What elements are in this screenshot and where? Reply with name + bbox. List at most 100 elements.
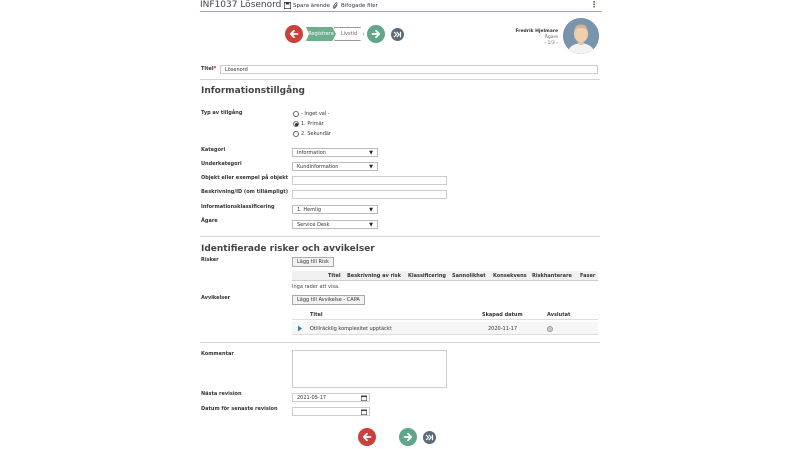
deviation-title: Otillräcklig komplexitet upptäckt [310, 326, 392, 332]
category-select[interactable]: Information ▼ [292, 148, 378, 157]
radio-button[interactable] [293, 111, 299, 117]
radio-label: 2. Sekundär [301, 131, 331, 137]
column-header[interactable]: Klassificering [408, 273, 446, 279]
calendar-icon[interactable] [361, 395, 367, 401]
step-registrera[interactable]: Registrera [306, 27, 336, 41]
kebab-menu-icon[interactable]: ⋮ [590, 1, 598, 9]
calendar-icon[interactable] [361, 409, 367, 415]
title-input[interactable]: Lösenord [220, 65, 598, 74]
next-revision-value: 2021-05-17 [297, 395, 327, 401]
previous-step-button[interactable] [285, 25, 303, 43]
risks-label: Risker [201, 257, 219, 263]
column-header[interactable]: Skapad datum [482, 312, 523, 318]
save-case-button[interactable]: Spara ärende [284, 2, 330, 9]
radio-no-choice[interactable]: - Inget val - [293, 111, 330, 117]
skip-to-end-button-bottom[interactable] [423, 430, 436, 444]
column-header[interactable]: Faser [580, 273, 595, 279]
skip-forward-icon [425, 434, 434, 440]
arrow-right-icon [403, 432, 413, 442]
attached-files-button[interactable]: Bifogade filer [332, 2, 378, 9]
subcategory-select[interactable]: Kundinformation ▼ [292, 162, 378, 171]
paperclip-icon [332, 2, 338, 9]
comment-label: Kommentar [201, 351, 234, 357]
section-title-information: Informationstillgång [201, 86, 306, 96]
column-header[interactable]: Beskrivning av risk [347, 273, 401, 279]
comment-textarea[interactable] [292, 350, 447, 388]
column-header[interactable]: Konsekvens [493, 273, 527, 279]
chevron-right-icon[interactable] [297, 325, 303, 332]
floppy-disk-icon [284, 2, 291, 9]
skip-forward-icon [393, 31, 402, 37]
bottom-nav [358, 428, 436, 446]
radio-button-selected[interactable] [293, 121, 299, 127]
dropdown-arrow-icon: ▼ [369, 150, 373, 156]
next-revision-label: Nästa revision [201, 391, 242, 397]
deviations-label: Avvikelser [201, 295, 231, 301]
workflow-bar: Registrera Livstid [285, 23, 404, 45]
dropdown-arrow-icon: ▼ [369, 164, 373, 170]
category-label: Kategori [201, 147, 226, 153]
user-info: Fredrik Hjelmare Ägare ‹ 1/3 › [512, 29, 559, 47]
top-bar: INF1037 Lösenord Spara ärende Bifogade f… [200, 0, 602, 12]
avatar [563, 18, 599, 54]
radio-primary[interactable]: 1. Primär [293, 121, 324, 127]
divider [200, 342, 600, 343]
risks-table-header: Titel Beskrivning av risk Klassificering… [292, 271, 598, 281]
subcategory-select-value: Kundinformation [297, 164, 339, 170]
divider [200, 236, 600, 237]
description-input[interactable] [292, 190, 447, 199]
previous-step-button-bottom[interactable] [358, 428, 376, 446]
table-row[interactable]: Otillräcklig komplexitet upptäckt 2020-1… [292, 322, 598, 335]
last-revision-label: Datum för senaste revision [201, 406, 278, 412]
next-step-button-bottom[interactable] [399, 428, 417, 446]
save-case-label: Spara ärende [293, 2, 330, 9]
owner-label: Ägare [201, 218, 218, 224]
required-marker: * [213, 66, 217, 72]
column-header[interactable]: Titel [328, 273, 341, 279]
title-label-text: Titel [201, 66, 214, 72]
column-header[interactable]: Avslutat [547, 312, 570, 318]
arrow-left-icon [289, 29, 299, 39]
dropdown-arrow-icon: ▼ [369, 222, 373, 228]
section-title-risks: Identifierade risker och avvikelser [201, 244, 375, 254]
user-avatar-icon [563, 18, 599, 54]
last-revision-input[interactable] [292, 407, 370, 416]
deviation-created-date: 2020-11-17 [488, 326, 518, 332]
skip-to-end-button[interactable] [391, 27, 404, 41]
description-label: Beskrivning/ID (om tillämpligt) [201, 189, 288, 195]
dropdown-arrow-icon: ▼ [369, 207, 373, 213]
radio-label: 1. Primär [301, 121, 324, 127]
classification-select[interactable]: 1. Hemlig ▼ [292, 205, 378, 214]
add-risk-button[interactable]: Lägg till Risk [292, 257, 334, 267]
user-pager-value: 1/3 [547, 41, 555, 46]
next-step-button[interactable] [367, 25, 385, 43]
column-header[interactable]: Riskhanterare [532, 273, 572, 279]
arrow-right-icon [371, 29, 381, 39]
column-header[interactable]: Titel [310, 312, 323, 318]
object-label: Objekt eller exempel på objekt [201, 175, 288, 181]
user-pager[interactable]: ‹ 1/3 › [512, 41, 558, 47]
case-title: INF1037 Lösenord [200, 0, 282, 10]
classification-select-value: 1. Hemlig [297, 207, 322, 213]
arrow-left-icon [362, 432, 372, 442]
title-label: Titel* [201, 66, 216, 72]
subcategory-label: Underkategori [201, 161, 242, 167]
attached-files-label: Bifogade filer [341, 2, 378, 9]
step-livstid[interactable]: Livstid [334, 27, 364, 41]
add-deviation-button[interactable]: Lägg till Avvikelse - CAPA [292, 295, 365, 305]
owner-select-value: Service Desk [297, 222, 330, 228]
object-input[interactable] [292, 176, 447, 185]
radio-label: - Inget val - [301, 111, 330, 117]
owner-select[interactable]: Service Desk ▼ [292, 220, 378, 229]
category-select-value: Information [297, 150, 326, 156]
radio-secondary[interactable]: 2. Sekundär [293, 131, 331, 137]
type-label: Typ av tillgång [201, 110, 243, 116]
classification-label: Informationsklassificering [201, 204, 275, 210]
column-header[interactable]: Sannolikhet [452, 273, 486, 279]
next-revision-input[interactable]: 2021-05-17 [292, 393, 370, 402]
deviations-table-header: Titel Skapad datum Avslutat [292, 310, 598, 320]
risks-empty-message: Inga rader att visa. [292, 284, 340, 290]
closed-status-icon [547, 326, 553, 332]
radio-button[interactable] [293, 131, 299, 137]
divider [200, 79, 600, 80]
